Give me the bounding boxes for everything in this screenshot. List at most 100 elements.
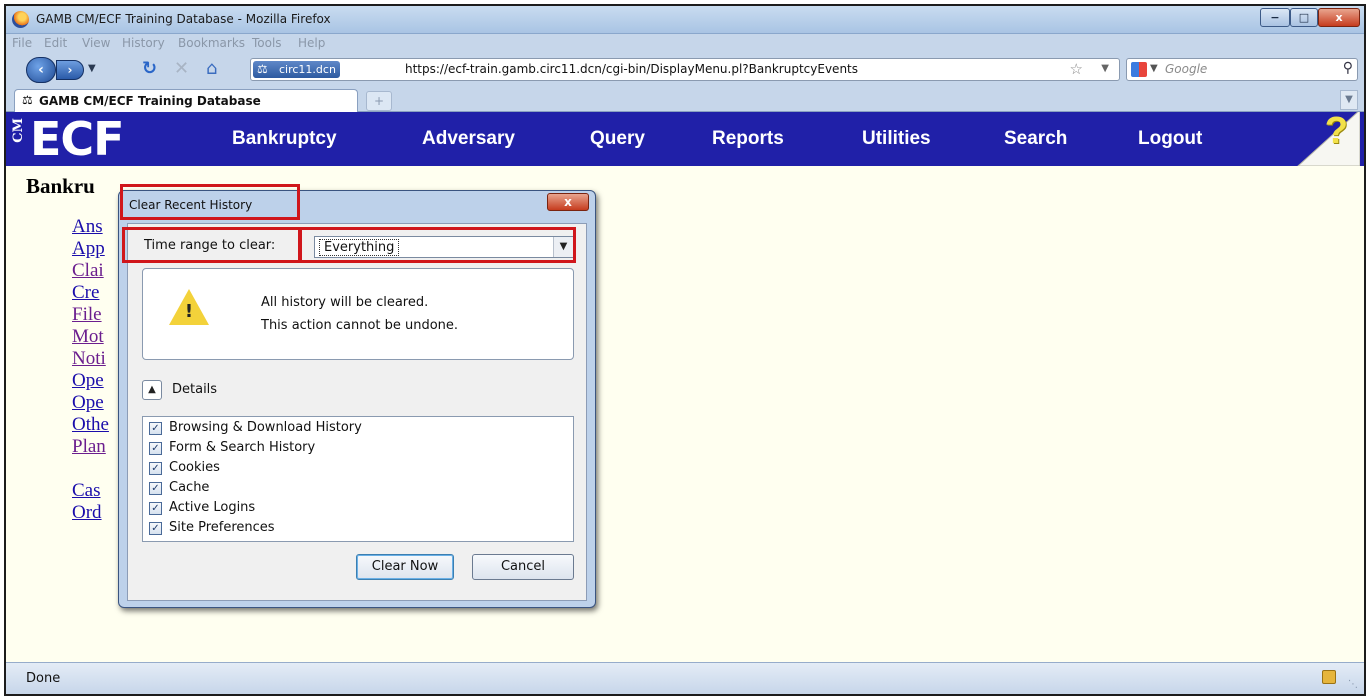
search-engine-dropdown-icon[interactable]: ▼ [1150, 63, 1158, 74]
scales-icon: ⚖ [257, 62, 268, 76]
url-bar[interactable]: ⚖ circ11.dcn https://ecf-train.gamb.circ… [250, 58, 1120, 81]
bookmark-star-icon[interactable]: ☆ [1070, 60, 1083, 78]
back-button[interactable]: ‹ [26, 57, 56, 83]
forward-button[interactable]: › [56, 60, 84, 80]
warning-message-line1: All history will be cleared. [261, 295, 429, 310]
menu-file[interactable]: File [12, 36, 32, 50]
ecf-logo-text: ECF [30, 112, 125, 166]
cancel-button[interactable]: Cancel [472, 554, 574, 580]
tab-gamb-training[interactable]: ⚖ GAMB CM/ECF Training Database [14, 89, 358, 112]
site-identity-label: circ11.dcn [279, 63, 336, 76]
checkbox-label: Cookies [169, 460, 220, 475]
dialog-close-button[interactable]: x [547, 193, 589, 211]
reload-icon[interactable]: ↻ [142, 60, 157, 78]
link-file[interactable]: File [72, 304, 109, 326]
link-creditor[interactable]: Cre [72, 282, 109, 304]
link-open-2[interactable]: Ope [72, 392, 109, 414]
checkbox-label: Active Logins [169, 500, 256, 515]
warning-exclamation-icon: ! [184, 301, 194, 322]
clear-now-button[interactable]: Clear Now [356, 554, 454, 580]
link-case[interactable]: Cas [72, 480, 109, 502]
status-bar: Done ⋱ [6, 662, 1364, 694]
menu-edit[interactable]: Edit [44, 36, 67, 50]
dialog-body: Time range to clear: Everything ▼ ! All … [127, 223, 587, 601]
checkbox-cache[interactable]: ✓ [149, 482, 162, 495]
checkbox-label: Site Preferences [169, 520, 275, 535]
maximize-button[interactable]: □ [1290, 8, 1318, 27]
navigation-toolbar: ‹ › ▼ ↻ ✕ ⌂ ⚖ circ11.dcn https://ecf-tra… [6, 54, 1364, 86]
status-text: Done [26, 671, 61, 686]
google-icon[interactable] [1131, 62, 1147, 77]
details-toggle-button[interactable]: ▲ [142, 380, 162, 400]
menu-bar: File Edit View History Bookmarks Tools H… [6, 34, 1364, 54]
link-gap [72, 458, 109, 480]
nav-query[interactable]: Query [590, 128, 645, 150]
url-text[interactable]: https://ecf-train.gamb.circ11.dcn/cgi-bi… [405, 62, 858, 76]
nav-utilities[interactable]: Utilities [862, 128, 931, 150]
link-motion[interactable]: Mot [72, 326, 109, 348]
ecf-logo-prefix: CM [11, 118, 26, 143]
link-order[interactable]: Ord [72, 502, 109, 524]
menu-history[interactable]: History [122, 36, 165, 50]
search-icon[interactable]: ⚲ [1343, 60, 1353, 76]
event-links-list: Ans App Clai Cre File Mot Noti Ope Ope O… [72, 216, 109, 524]
firefox-icon [12, 11, 29, 28]
url-dropdown-icon[interactable]: ▼ [1101, 63, 1109, 74]
checkbox-active-logins[interactable]: ✓ [149, 502, 162, 515]
window-title: GAMB CM/ECF Training Database - Mozilla … [36, 12, 331, 26]
lock-icon[interactable] [1322, 670, 1336, 684]
checkbox-form-search-history[interactable]: ✓ [149, 442, 162, 455]
resize-grip-icon[interactable]: ⋱ [1348, 679, 1360, 691]
menu-tools[interactable]: Tools [252, 36, 282, 50]
checkbox-label: Browsing & Download History [169, 420, 362, 435]
link-appeal[interactable]: App [72, 238, 109, 260]
menu-view[interactable]: View [82, 36, 110, 50]
link-plan[interactable]: Plan [72, 436, 109, 458]
warning-message-line2: This action cannot be undone. [261, 318, 459, 333]
help-question-mark: ? [1324, 112, 1348, 152]
ecf-header-bar: CM ECF Bankruptcy Adversary Query Report… [6, 112, 1364, 166]
highlight-time-range-label [122, 227, 302, 263]
tab-strip: ⚖ GAMB CM/ECF Training Database + ▼ [6, 86, 1364, 112]
help-page-curl-icon [1297, 112, 1360, 166]
help-icon[interactable]: ? [1280, 112, 1360, 166]
history-items-list: ✓ Browsing & Download History ✓ Form & S… [142, 416, 574, 542]
site-identity-button[interactable]: ⚖ circ11.dcn [253, 61, 340, 78]
scales-icon: ⚖ [22, 93, 33, 107]
nav-logout[interactable]: Logout [1138, 128, 1202, 150]
nav-reports[interactable]: Reports [712, 128, 784, 150]
new-tab-button[interactable]: + [366, 91, 392, 111]
link-notice[interactable]: Noti [72, 348, 109, 370]
tab-label: GAMB CM/ECF Training Database [39, 94, 261, 108]
checkbox-site-preferences[interactable]: ✓ [149, 522, 162, 535]
warning-box: ! All history will be cleared. This acti… [142, 268, 574, 360]
highlight-time-range-select [298, 227, 576, 263]
link-other[interactable]: Othe [72, 414, 109, 436]
menu-bookmarks[interactable]: Bookmarks [178, 36, 245, 50]
link-open-1[interactable]: Ope [72, 370, 109, 392]
details-label[interactable]: Details [172, 382, 217, 397]
link-claim[interactable]: Clai [72, 260, 109, 282]
tab-list-icon[interactable]: ▼ [1340, 90, 1358, 110]
stop-icon[interactable]: ✕ [174, 60, 189, 78]
home-icon[interactable]: ⌂ [206, 60, 217, 78]
search-placeholder: Google [1165, 62, 1208, 76]
checkbox-cookies[interactable]: ✓ [149, 462, 162, 475]
highlight-dialog-title [120, 184, 300, 220]
nav-bankruptcy[interactable]: Bankruptcy [232, 128, 337, 150]
checkbox-label: Cache [169, 480, 210, 495]
checkbox-label: Form & Search History [169, 440, 316, 455]
minimize-button[interactable]: − [1260, 8, 1290, 27]
browser-window: GAMB CM/ECF Training Database - Mozilla … [4, 4, 1366, 696]
link-answer[interactable]: Ans [72, 216, 109, 238]
close-window-button[interactable]: x [1318, 8, 1360, 27]
nav-adversary[interactable]: Adversary [422, 128, 515, 150]
title-bar: GAMB CM/ECF Training Database - Mozilla … [6, 6, 1364, 34]
page-title: Bankru [26, 174, 95, 198]
history-dropdown-icon[interactable]: ▼ [88, 63, 96, 74]
menu-help[interactable]: Help [298, 36, 325, 50]
search-bar[interactable]: ▼ Google ⚲ [1126, 58, 1358, 81]
nav-search[interactable]: Search [1004, 128, 1067, 150]
checkbox-browsing-history[interactable]: ✓ [149, 422, 162, 435]
back-forward-group: ‹ › ▼ [26, 57, 134, 83]
